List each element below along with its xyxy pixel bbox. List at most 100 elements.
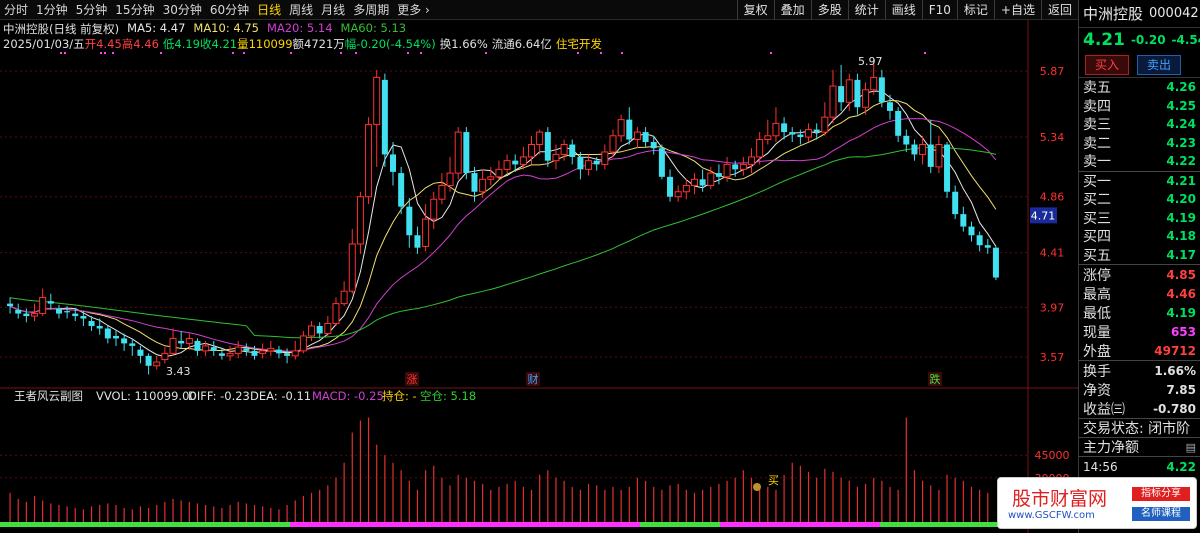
candle-body [756,139,764,158]
signal-dot [340,52,342,54]
ask-row: 卖三 4.24 [1079,115,1200,134]
candle-body [194,340,201,351]
bid-row-label: 买四 [1083,229,1111,246]
buy-signal: 买 [768,474,779,487]
candle-body [243,348,250,351]
candle-body [178,340,185,344]
signal-band [640,522,720,527]
candle-body [944,144,951,192]
stat-row-label: 最高 [1083,286,1111,303]
candle-body [340,290,348,305]
stat-row-value: 1.66% [1154,363,1196,378]
candle-body [552,153,560,162]
signal-band [290,522,640,527]
list-icon[interactable]: ▤ [1186,441,1196,454]
signal-band [60,522,290,527]
price-tick: 3.97 [1040,301,1065,314]
candle-body [715,173,722,177]
candle-body [682,185,690,193]
kline-chart[interactable]: 5.875.344.864.413.973.574.714500030000 5… [0,0,1078,533]
price-tick: 5.34 [1040,131,1065,144]
candle-body [121,338,128,344]
signal-dot [600,52,602,54]
buy-button[interactable]: 买入 [1085,54,1129,75]
ma-line [10,146,997,339]
ma-line [9,90,997,358]
candle-body [789,132,796,135]
candle-body [324,323,332,334]
stat-row: 现量 653 [1079,322,1200,341]
candle-body [308,325,316,337]
trade-buttons: 买入 卖出 [1079,52,1200,78]
signal-dot [60,52,62,54]
price-change-pct: -4.54 [1171,33,1200,47]
candle-body [251,350,258,356]
candle-body [569,144,576,157]
main-flow-label: 主力净额 [1083,440,1139,456]
candle-body [291,350,299,357]
main-flow-row[interactable]: 主力净额 ▤ [1079,438,1200,457]
stat-row-label: 换手 [1083,363,1111,380]
ma-lines [9,90,997,358]
bid-row-value: 4.17 [1166,247,1196,262]
candle-body [658,148,665,177]
candle-body [23,313,30,317]
candle-body [137,349,144,356]
candle-body [976,235,983,246]
signal-dot [100,52,102,54]
bid-row-label: 买二 [1083,192,1111,209]
indicator-macd: MACD: -0.25 [312,389,384,403]
sell-button[interactable]: 卖出 [1137,54,1181,75]
ask-row-label: 卖三 [1083,117,1111,134]
candle-body [805,129,813,138]
candle-body [854,79,861,108]
candle-body [895,110,902,136]
candle-body [414,235,421,248]
last-price: 4.21 [1083,30,1125,50]
stock-name: 中洲控股 [1083,5,1144,23]
signal-band [0,522,60,527]
candle-body [348,243,356,292]
candle-body [968,226,975,236]
candle-body [365,124,373,198]
ask-row-label: 卖二 [1083,135,1111,152]
candle-body [707,172,715,187]
candle-body [145,355,152,366]
candle-body [544,132,551,161]
bid-row-value: 4.20 [1166,192,1196,207]
candle-body [626,119,633,140]
candle-body [813,129,820,133]
indicator-diff: DIFF: -0.23 [188,389,250,403]
candle-body [601,151,609,165]
signal-dot [232,52,234,54]
candle-body [992,247,999,278]
signal-dot [355,52,357,54]
candle-body [732,164,739,170]
price-tick: 5.87 [1040,65,1065,78]
bid-row-label: 买三 [1083,210,1111,227]
tick-row: 14:56 4.22 [1079,457,1200,476]
stat-row: 收益㈢ -0.780 [1079,399,1200,418]
ask-row-value: 4.23 [1166,135,1196,150]
price-row: 4.21 -0.20 -4.54 [1079,28,1200,52]
stat-row-label: 最低 [1083,305,1111,322]
candle-body [446,172,454,187]
candle-body [31,313,39,317]
price-tick: 3.57 [1040,351,1065,364]
candle-body [617,119,625,137]
candle-body [316,326,323,334]
signal-dot [924,52,926,54]
candle-body [406,206,413,236]
signal-dot [243,52,245,54]
candle-body [471,173,478,192]
candle-body [88,321,95,327]
volume-bars [0,417,1000,527]
vol-tick: 45000 [1035,449,1070,462]
candle-body [528,144,536,158]
candle-body [422,218,430,247]
candle-body [169,337,177,354]
candle-body [267,347,275,352]
candle-body [911,144,918,155]
event-marker: 财 [528,372,539,386]
candle-body [960,214,967,227]
